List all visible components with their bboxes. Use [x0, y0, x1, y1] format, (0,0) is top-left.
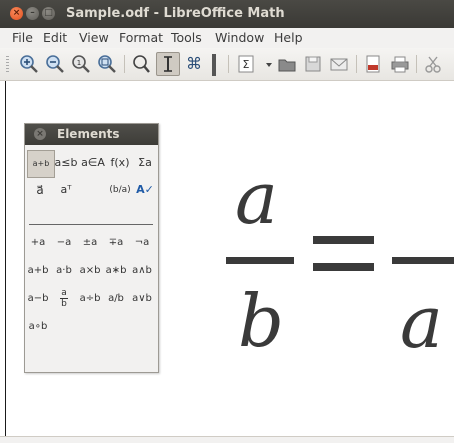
category-set-operations-button[interactable]: a∈A: [80, 150, 106, 176]
formula-lhs-denominator: b: [238, 279, 285, 363]
element-a-ast-b[interactable]: a∗b: [103, 265, 129, 276]
window-title: Sample.odf - LibreOffice Math: [66, 6, 285, 21]
menu-view[interactable]: View: [79, 30, 109, 45]
svg-text:1: 1: [77, 59, 81, 67]
zoom-out-icon[interactable]: [44, 53, 66, 75]
category-attributes-button[interactable]: a⃗: [27, 177, 53, 203]
toolbar-separator: [124, 55, 125, 73]
menu-format[interactable]: Format: [119, 30, 163, 45]
fraction-denominator: b: [61, 299, 67, 309]
category-others-button[interactable]: A✓: [132, 177, 158, 203]
fraction-bar-lhs: [226, 257, 294, 264]
elements-panel: × Elements a+b a≤b a∈A f(x) Σa a⃗ aᵀ (b/…: [24, 123, 159, 373]
elements-divider: [29, 224, 153, 225]
menu-file[interactable]: File: [12, 30, 33, 45]
export-pdf-icon[interactable]: [362, 53, 384, 75]
element-a-div-b[interactable]: a÷b: [77, 293, 103, 304]
fraction-bar-rhs: [392, 257, 454, 264]
category-formats-button[interactable]: (b/a): [107, 177, 133, 203]
standard-toolbar: 1 ⌘ Σ: [0, 48, 454, 81]
elements-panel-titlebar[interactable]: × Elements: [25, 124, 158, 145]
fraction-numerator: a: [61, 288, 67, 298]
symbols-icon[interactable]: Σ: [235, 53, 257, 75]
element-a-or-b[interactable]: a∨b: [129, 293, 155, 304]
element-a-minus-b[interactable]: a−b: [25, 293, 51, 304]
element-plus-minus-a[interactable]: ±a: [77, 237, 103, 248]
element-a-and-b[interactable]: a∧b: [129, 265, 155, 276]
menu-bar: File Edit View Format Tools Window Help: [0, 28, 454, 48]
command-icon[interactable]: ⌘: [183, 53, 205, 75]
menu-help[interactable]: Help: [274, 30, 303, 45]
equals-bottom-bar: [313, 263, 374, 271]
element-minus-a[interactable]: −a: [51, 237, 77, 248]
category-relations-button[interactable]: a≤b: [53, 150, 79, 176]
cut-icon[interactable]: [422, 53, 444, 75]
elements-panel-close-button[interactable]: ×: [34, 128, 46, 140]
element-a-over-b[interactable]: a b: [51, 288, 77, 309]
element-minus-plus-a[interactable]: ∓a: [103, 237, 129, 248]
menu-tools[interactable]: Tools: [171, 30, 202, 45]
window-minimize-button[interactable]: –: [26, 7, 39, 20]
toolbar-grip[interactable]: [6, 56, 9, 74]
elements-panel-title: Elements: [57, 127, 120, 141]
element-a-slash-b[interactable]: a/b: [103, 293, 129, 304]
category-unary-binary-button[interactable]: a+b: [27, 150, 55, 178]
toolbar-separator: [416, 55, 417, 73]
svg-text:Σ: Σ: [243, 58, 250, 71]
save-icon[interactable]: [302, 53, 324, 75]
zoom-in-icon[interactable]: [18, 53, 40, 75]
document-left-border: [5, 81, 6, 442]
category-functions-button[interactable]: f(x): [107, 150, 133, 176]
element-plus-a[interactable]: +a: [25, 237, 51, 248]
symbols-dropdown-icon[interactable]: [258, 53, 272, 75]
formula-rhs-denominator: a: [400, 280, 443, 364]
title-bar: × – □ Sample.odf - LibreOffice Math: [0, 0, 454, 28]
category-brackets-button[interactable]: aᵀ: [53, 177, 79, 203]
zoom-100-icon[interactable]: 1: [70, 53, 92, 75]
toolbar-separator: [356, 55, 357, 73]
open-folder-icon[interactable]: [276, 53, 298, 75]
toolbar-separator: [228, 55, 229, 73]
element-a-plus-b[interactable]: a+b: [25, 265, 51, 276]
print-icon[interactable]: [389, 53, 411, 75]
element-a-times-b[interactable]: a×b: [77, 265, 103, 276]
window-maximize-button[interactable]: □: [42, 7, 55, 20]
window-close-button[interactable]: ×: [10, 7, 23, 20]
cursor-icon[interactable]: [156, 52, 180, 76]
menu-edit[interactable]: Edit: [43, 30, 67, 45]
category-operators-button[interactable]: Σa: [132, 150, 158, 176]
show-all-icon[interactable]: [96, 53, 118, 75]
update-icon[interactable]: [130, 53, 152, 75]
formula-lhs-numerator: a: [235, 156, 278, 240]
menu-window[interactable]: Window: [215, 30, 264, 45]
equals-top-bar: [313, 236, 374, 244]
element-a-circ-b[interactable]: a∘b: [25, 321, 51, 332]
toolbar-overflow-handle[interactable]: [212, 54, 216, 76]
element-a-cdot-b[interactable]: a·b: [51, 265, 77, 276]
svg-text:⌘: ⌘: [186, 54, 202, 73]
email-icon[interactable]: [328, 53, 350, 75]
element-not-a[interactable]: ¬a: [129, 237, 155, 248]
